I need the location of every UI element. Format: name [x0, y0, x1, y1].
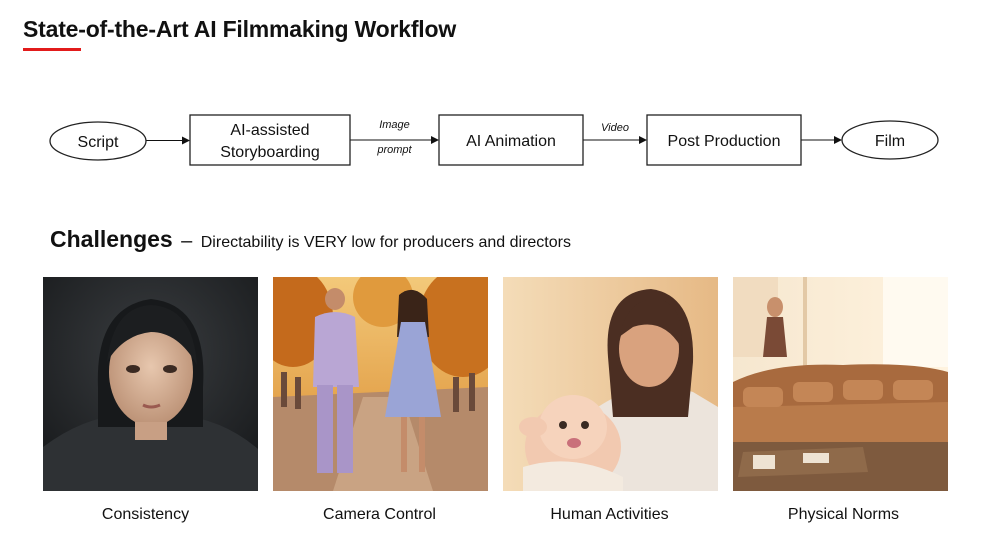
challenges-line: Challenges – Directability is VERY low f… — [50, 226, 571, 253]
slide-title: State-of-the-Art AI Filmmaking Workflow — [23, 16, 457, 42]
node-label-storyboard: AI-assisted — [230, 122, 309, 139]
node-label-animation: AI Animation — [466, 133, 556, 150]
human-activities-photo — [503, 277, 718, 491]
edge-label: Video — [601, 122, 629, 134]
challenges-dash: – — [181, 230, 193, 252]
node-label-script: Script — [78, 134, 119, 151]
node-label-post: Post Production — [668, 133, 781, 150]
edge-label: prompt — [376, 144, 412, 156]
consistency-photo — [43, 277, 258, 491]
caption-camera-control: Camera Control — [323, 506, 436, 523]
challenges-heading: Challenges — [50, 226, 173, 252]
physical-norms-photo — [733, 277, 948, 491]
caption-physical-norms: Physical Norms — [787, 506, 900, 523]
title-underline — [23, 48, 81, 51]
challenges-subtitle: Directability is VERY low for producers … — [200, 234, 571, 251]
camera-control-photo — [273, 277, 488, 491]
node-label-storyboard: Storyboarding — [220, 144, 320, 161]
caption-human-activities: Human Activities — [550, 506, 669, 523]
workflow-diagram: Image prompt Video Script AI-assisted Storyb… — [49, 114, 939, 166]
node-label-film: Film — [875, 133, 905, 150]
edge-label: Image — [379, 119, 410, 131]
caption-consistency: Consistency — [101, 506, 190, 523]
